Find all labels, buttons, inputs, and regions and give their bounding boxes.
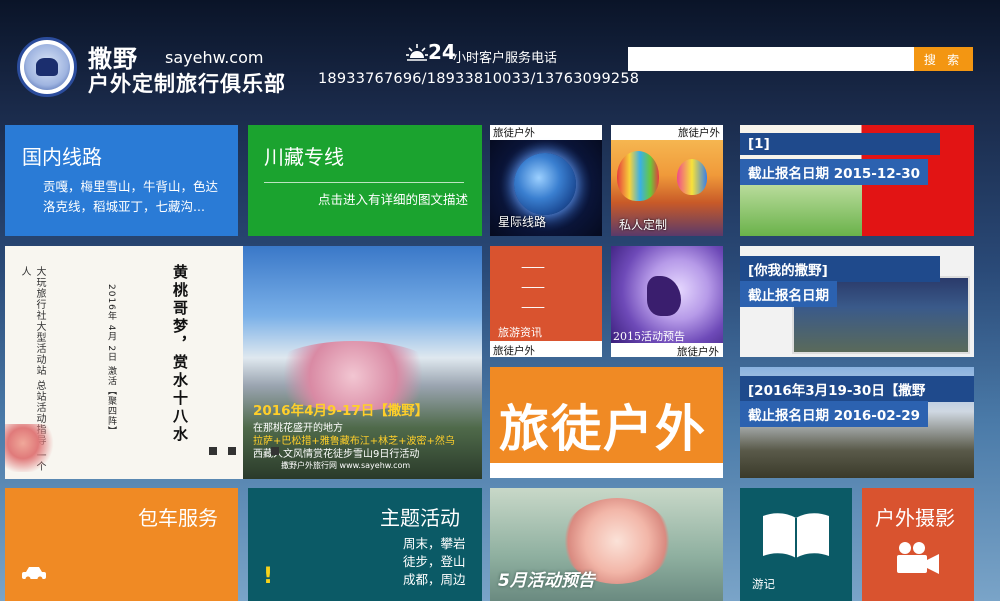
balloon-icon xyxy=(677,159,707,195)
goat-icon xyxy=(647,276,681,316)
tile-lutu-outdoor[interactable]: 旅徒户外 xyxy=(490,367,723,478)
news-title: [1] xyxy=(740,133,940,155)
sun-icon xyxy=(406,44,428,61)
banner-slider[interactable]: 黄桃哥梦，赏水十八水 2016年 4月 2日 激活【聚四阵】 大玩旅行社大型活动… xyxy=(5,246,482,479)
divider xyxy=(264,182,464,183)
tile-domestic-routes[interactable]: 国内线路 贡嘎，梅里雪山，牛背山，色达 洛克线，稻城亚丁，七藏沟... xyxy=(5,125,238,236)
news-title: [你我的撒野] xyxy=(740,256,940,282)
dash-line: —— xyxy=(521,300,545,315)
tile-sichuan-tibet[interactable]: 川藏专线 点击进入有详细的图文描述 xyxy=(248,125,482,236)
tile-may-preview[interactable]: 5月活动预告 xyxy=(490,488,723,601)
tile-news-2[interactable]: [你我的撒野] 截止报名日期 xyxy=(740,246,974,357)
banner-footer: 撒野户外旅行网 www.sayehw.com xyxy=(281,461,411,470)
tile-title: 户外摄影 xyxy=(875,506,955,530)
search-input[interactable] xyxy=(628,47,914,71)
dash-line: —— xyxy=(521,260,545,275)
club-logo[interactable] xyxy=(17,37,77,97)
video-camera-icon xyxy=(897,542,939,574)
cyclist-logo-icon xyxy=(24,44,70,90)
tile-news-1[interactable]: [1] 截止报名日期 2015-12-30 xyxy=(740,125,974,236)
slider-dot-active[interactable] xyxy=(228,447,236,455)
tile-label: 旅游资讯 xyxy=(498,326,542,339)
tile-private-custom[interactable]: 旅徒户外 私人定制 xyxy=(611,125,723,236)
event-poster-image xyxy=(740,177,862,236)
white-wave xyxy=(490,463,723,478)
slider-dot[interactable] xyxy=(209,447,217,455)
tile-interstellar[interactable]: 旅徒户外 星际线路 xyxy=(490,125,602,236)
tile-2015-preview[interactable]: 2015活动预告 旅徒户外 xyxy=(611,246,723,357)
tile-label: 2015活动预告 xyxy=(613,330,685,343)
tile-travel-notes[interactable]: 游记 xyxy=(740,488,852,601)
slider-dot[interactable] xyxy=(271,447,279,455)
hotline-phones: 18933767696/18933810033/13763099258 xyxy=(318,71,640,87)
brand-url[interactable]: sayehw.com xyxy=(165,48,263,67)
open-book-icon xyxy=(763,513,829,558)
tile-desc: 徒步，登山 xyxy=(403,554,466,569)
tile-brand: 旅徒户外 xyxy=(493,345,535,357)
tile-label: 私人定制 xyxy=(619,218,668,232)
tile-desc: 点击进入有详细的图文描述 xyxy=(318,192,469,207)
tile-title: 包车服务 xyxy=(138,506,218,530)
alert-icon: ! xyxy=(263,564,274,589)
news-title: [2016年3月19-30日【撒野 xyxy=(740,376,974,402)
news-deadline: 截止报名日期 xyxy=(740,281,837,307)
hotline-label: 小时客户服务电话 xyxy=(453,51,558,66)
brand-subtitle: 户外定制旅行俱乐部 xyxy=(88,72,286,96)
car-icon xyxy=(22,567,46,582)
lutu-logo-text: 旅徒户外 xyxy=(499,400,707,458)
tile-desc: 贡嘎，梅里雪山，牛背山，色达 xyxy=(43,179,219,194)
tile-title: 主题活动 xyxy=(380,506,460,530)
news-deadline: 截止报名日期 2015-12-30 xyxy=(740,159,929,185)
tile-label: 5月活动预告 xyxy=(498,571,595,591)
banner-headline: 2016年4月9-17日【撒野】 xyxy=(253,403,429,419)
tile-theme-activities[interactable]: 主题活动 周末，攀岩 徒步，登山 成都，周边 ! xyxy=(248,488,482,601)
tile-outdoor-photography[interactable]: 户外摄影 xyxy=(862,488,974,601)
dash-line: —— xyxy=(521,280,545,295)
tile-travel-news[interactable]: —— —— —— 旅游资讯 旅徒户外 xyxy=(490,246,602,357)
tile-desc: 周末，攀岩 xyxy=(403,536,466,551)
tile-title: 国内线路 xyxy=(22,145,102,169)
search-button[interactable]: 搜 索 xyxy=(914,47,973,71)
banner-photo-right: 2016年4月9-17日【撒野】 在那桃花盛开的地方 拉萨+巴松措+雅鲁藏布江+… xyxy=(243,246,482,479)
tile-brand: 旅徒户外 xyxy=(677,346,719,357)
tile-car-service[interactable]: 包车服务 xyxy=(5,488,238,601)
tile-desc: 洛克线，稻城亚丁，七藏沟... xyxy=(43,199,205,214)
balloon-icon xyxy=(617,151,659,201)
news-deadline: 截止报名日期 2016-02-29 xyxy=(740,401,929,427)
flower-decoration xyxy=(5,424,65,472)
banner-poster-left: 黄桃哥梦，赏水十八水 2016年 4月 2日 激活【聚四阵】 大玩旅行社大型活动… xyxy=(5,246,243,479)
poster-date: 2016年 4月 2日 激活【聚四阵】 xyxy=(106,284,116,436)
tile-label: 星际线路 xyxy=(498,215,547,229)
travel-news-panel: —— —— —— 旅游资讯 xyxy=(490,246,602,341)
moon-goat-panel: 2015活动预告 xyxy=(611,246,723,343)
tile-label: 游记 xyxy=(752,577,775,591)
earth-icon xyxy=(514,153,576,215)
poster-poem: 黄桃哥梦，赏水十八水 xyxy=(171,264,189,444)
tile-brand: 旅徒户外 xyxy=(611,125,723,140)
tile-desc: 成都，周边 xyxy=(403,572,466,587)
hotline-hours: 24 xyxy=(428,40,456,64)
tile-news-3[interactable]: [2016年3月19-30日【撒野 截止报名日期 2016-02-29 xyxy=(740,367,974,478)
tile-brand: 旅徒户外 xyxy=(490,125,602,140)
tile-title: 川藏专线 xyxy=(264,145,344,169)
